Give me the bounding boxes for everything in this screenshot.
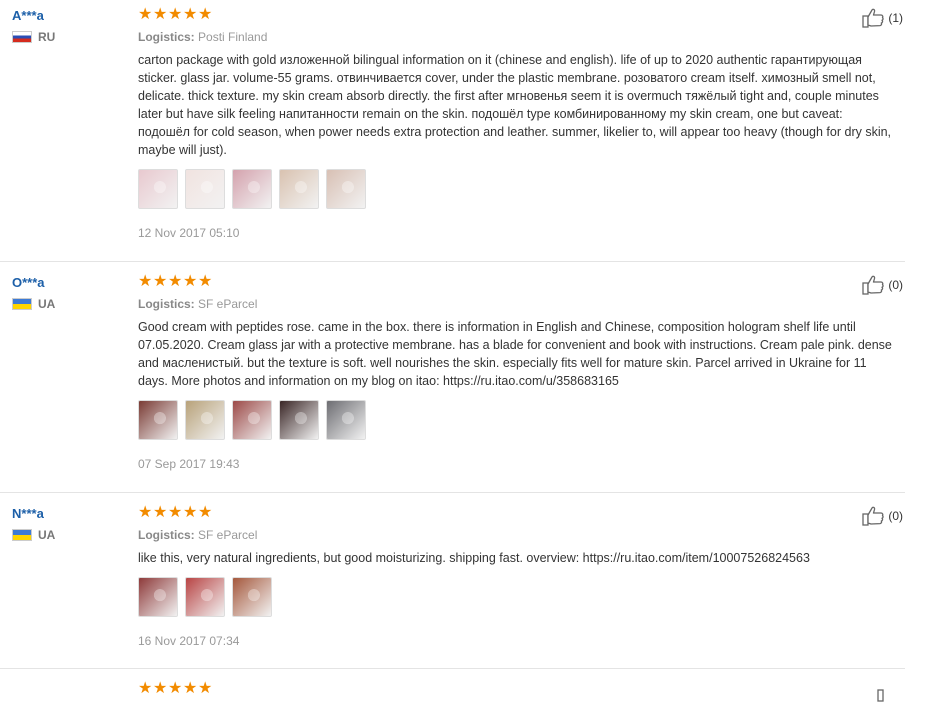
star-icon: ★ [153,6,168,23]
reviewer-country: UA [12,297,132,311]
review-photos [138,577,898,617]
reviewer-info: N***a UA [12,506,132,542]
star-icon: ★ [168,6,183,23]
review-photo-thumbnail[interactable] [279,169,319,209]
logistics-info: Logistics: SF eParcel [138,297,898,311]
star-icon: ★ [153,504,168,521]
rating-stars: ★ ★ ★ ★ ★ [138,680,898,698]
country-flag-icon [12,31,32,43]
review-date: 12 Nov 2017 05:10 [138,226,240,240]
thumbs-up-icon [862,506,885,526]
helpful-button[interactable]: (0) [862,506,903,526]
review-item: A***a RU ★ ★ ★ ★ ★ Logistics: Posti Finland … [0,6,905,262]
reviewer-info: A***a RU [12,8,132,44]
review-photos [138,400,898,440]
review-item: O***a UA ★ ★ ★ ★ ★ Logistics: SF eParcel Goo… [0,273,905,493]
review-body: ★ ★ ★ ★ ★ Logistics: Posti Finland carton pa… [138,6,898,240]
reviewer-country: RU [12,30,132,44]
helpful-count: (1) [888,11,903,25]
country-code: RU [38,30,56,44]
reviewer-name[interactable]: O***a [12,275,132,291]
logistics-info: Logistics: SF eParcel [138,528,898,542]
rating-stars: ★ ★ ★ ★ ★ [138,504,898,522]
helpful-button[interactable]: (1) [862,8,903,28]
star-icon: ★ [153,680,168,697]
rating-stars: ★ ★ ★ ★ ★ [138,273,898,291]
logistics-info: Logistics: Posti Finland [138,30,898,44]
country-flag-icon [12,529,32,541]
star-icon: ★ [183,273,198,290]
reviewer-info: O***a UA [12,275,132,311]
country-flag-icon [12,298,32,310]
logistics-label: Logistics: [138,297,195,311]
star-icon: ★ [183,680,198,697]
review-photo-thumbnail[interactable] [185,169,225,209]
thumbs-up-icon [877,689,884,702]
review-photo-thumbnail[interactable] [185,577,225,617]
star-icon: ★ [198,680,213,697]
star-icon: ★ [198,504,213,521]
star-icon: ★ [138,273,153,290]
review-photo-thumbnail[interactable] [326,400,366,440]
review-body: ★ ★ ★ ★ ★ Logistics: SF eParcel Good cream w… [138,273,898,471]
review-body: ★ ★ ★ ★ ★ Logistics: SF eParcel like this, v… [138,504,898,648]
reviewer-country: UA [12,528,132,542]
country-code: UA [38,297,56,311]
review-photo-thumbnail[interactable] [138,169,178,209]
review-photo-thumbnail[interactable] [279,400,319,440]
rating-stars: ★ ★ ★ ★ ★ [138,6,898,24]
logistics-value: SF eParcel [198,297,258,311]
review-text: like this, very natural ingredients, but… [138,551,810,565]
review-date: 07 Sep 2017 19:43 [138,457,240,471]
review-item-partial: ★ ★ ★ ★ ★ [0,674,905,702]
star-icon: ★ [168,504,183,521]
star-icon: ★ [138,504,153,521]
review-text: Good cream with peptides rose. came in t… [138,320,892,388]
review-photo-thumbnail[interactable] [232,400,272,440]
country-code: UA [38,528,56,542]
review-photo-thumbnail[interactable] [138,577,178,617]
reviewer-name[interactable]: N***a [12,506,132,522]
star-icon: ★ [198,273,213,290]
review-text: carton package with gold изложенной bili… [138,53,892,157]
star-icon: ★ [138,6,153,23]
review-photo-thumbnail[interactable] [232,169,272,209]
star-icon: ★ [138,680,153,697]
review-date: 16 Nov 2017 07:34 [138,634,240,648]
star-icon: ★ [168,680,183,697]
thumbs-up-icon [862,275,885,295]
star-icon: ★ [183,504,198,521]
star-icon: ★ [183,6,198,23]
review-photo-thumbnail[interactable] [185,400,225,440]
logistics-value: Posti Finland [198,30,268,44]
helpful-count: (0) [888,278,903,292]
reviewer-name[interactable]: A***a [12,8,132,24]
thumbs-up-icon [862,8,885,28]
review-photo-thumbnail[interactable] [232,577,272,617]
logistics-label: Logistics: [138,528,195,542]
star-icon: ★ [153,273,168,290]
helpful-count: (0) [888,509,903,523]
star-icon: ★ [198,6,213,23]
helpful-button[interactable]: (0) [862,275,903,295]
logistics-value: SF eParcel [198,528,258,542]
review-photo-thumbnail[interactable] [326,169,366,209]
review-photo-thumbnail[interactable] [138,400,178,440]
star-icon: ★ [168,273,183,290]
review-item: N***a UA ★ ★ ★ ★ ★ Logistics: SF eParcel lik… [0,504,905,669]
logistics-label: Logistics: [138,30,195,44]
review-body: ★ ★ ★ ★ ★ [138,680,898,698]
helpful-button[interactable] [877,682,903,702]
review-photos [138,169,898,209]
